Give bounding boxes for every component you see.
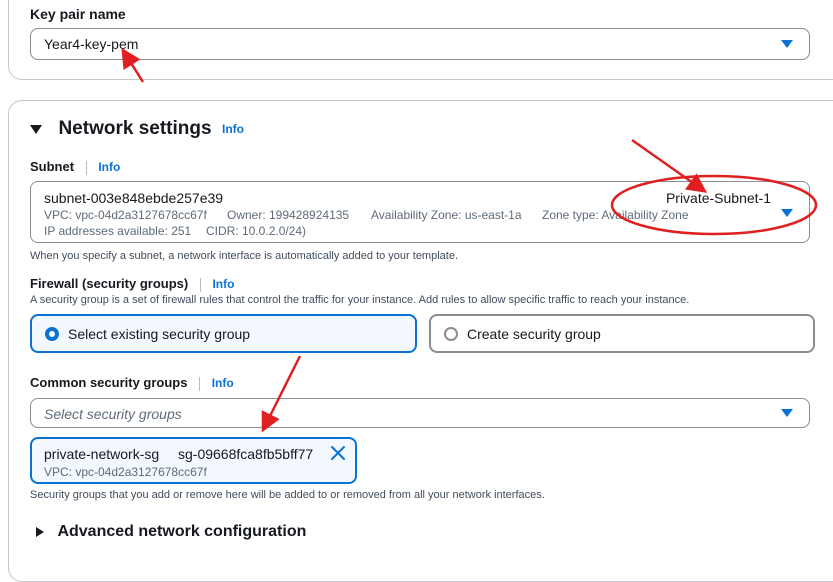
common-sg-info-link[interactable]: Info (212, 376, 234, 390)
close-icon[interactable] (329, 444, 347, 462)
radio-unselected-icon (444, 327, 458, 341)
security-groups-placeholder: Select security groups (44, 406, 182, 422)
caret-down-icon (781, 40, 793, 48)
subnet-label-row: Subnet Info (30, 159, 120, 175)
key-pair-label: Key pair name (30, 6, 126, 22)
subnet-info-link[interactable]: Info (98, 160, 120, 174)
key-pair-select[interactable]: Year4-key-pem (30, 28, 810, 60)
security-groups-select[interactable]: Select security groups (30, 398, 810, 428)
firewall-description: A security group is a set of firewall ru… (30, 294, 690, 306)
subnet-az: Availability Zone: us-east-1a (371, 208, 522, 222)
subnet-hint: When you specify a subnet, a network int… (30, 250, 459, 262)
create-sg-label: Create security group (467, 326, 601, 342)
caret-down-icon (781, 409, 793, 417)
advanced-network-toggle[interactable]: Advanced network configuration (36, 523, 306, 541)
common-sg-label: Common security groups (30, 375, 188, 390)
advanced-network-label: Advanced network configuration (57, 523, 307, 540)
subnet-ips: IP addresses available: 251 (44, 224, 192, 238)
triangle-right-icon (36, 527, 44, 537)
divider (199, 376, 201, 391)
key-pair-value: Year4-key-pem (44, 36, 139, 52)
caret-down-icon (781, 209, 793, 217)
common-sg-label-row: Common security groups Info (30, 375, 234, 391)
subnet-vpc: VPC: vpc-04d2a3127678cc67f (44, 208, 207, 222)
token-sg-name: private-network-sg (44, 446, 160, 462)
token-vpc: VPC: vpc-04d2a3127678cc67f (44, 465, 207, 479)
radio-selected-icon (45, 327, 59, 341)
network-info-link[interactable]: Info (222, 122, 244, 136)
subnet-id: subnet-003e848ebde257e39 (44, 190, 224, 206)
divider (85, 160, 87, 175)
subnet-owner: Owner: 199428924135 (227, 208, 350, 222)
divider (199, 277, 201, 292)
select-existing-sg-option[interactable]: Select existing security group (30, 314, 417, 353)
triangle-down-icon (30, 124, 42, 134)
subnet-name: Private-Subnet-1 (665, 190, 771, 206)
subnet-select[interactable]: subnet-003e848ebde257e39 Private-Subnet-… (30, 181, 810, 243)
network-settings-title: Network settings (58, 118, 212, 139)
network-settings-header[interactable]: Network settings Info (30, 118, 244, 140)
security-group-token: private-network-sg sg-09668fca8fb5bff77 … (30, 437, 357, 484)
firewall-label-row: Firewall (security groups) Info (30, 276, 234, 292)
create-sg-option[interactable]: Create security group (429, 314, 815, 353)
subnet-label: Subnet (30, 159, 75, 174)
firewall-label: Firewall (security groups) (30, 276, 189, 291)
security-groups-hint: Security groups that you add or remove h… (30, 489, 545, 501)
subnet-cidr: CIDR: 10.0.2.0/24) (206, 224, 307, 238)
subnet-zone-type: Zone type: Availability Zone (542, 208, 689, 222)
select-existing-sg-label: Select existing security group (68, 326, 251, 342)
firewall-info-link[interactable]: Info (212, 277, 234, 291)
token-sg-id: sg-09668fca8fb5bff77 (178, 446, 314, 462)
